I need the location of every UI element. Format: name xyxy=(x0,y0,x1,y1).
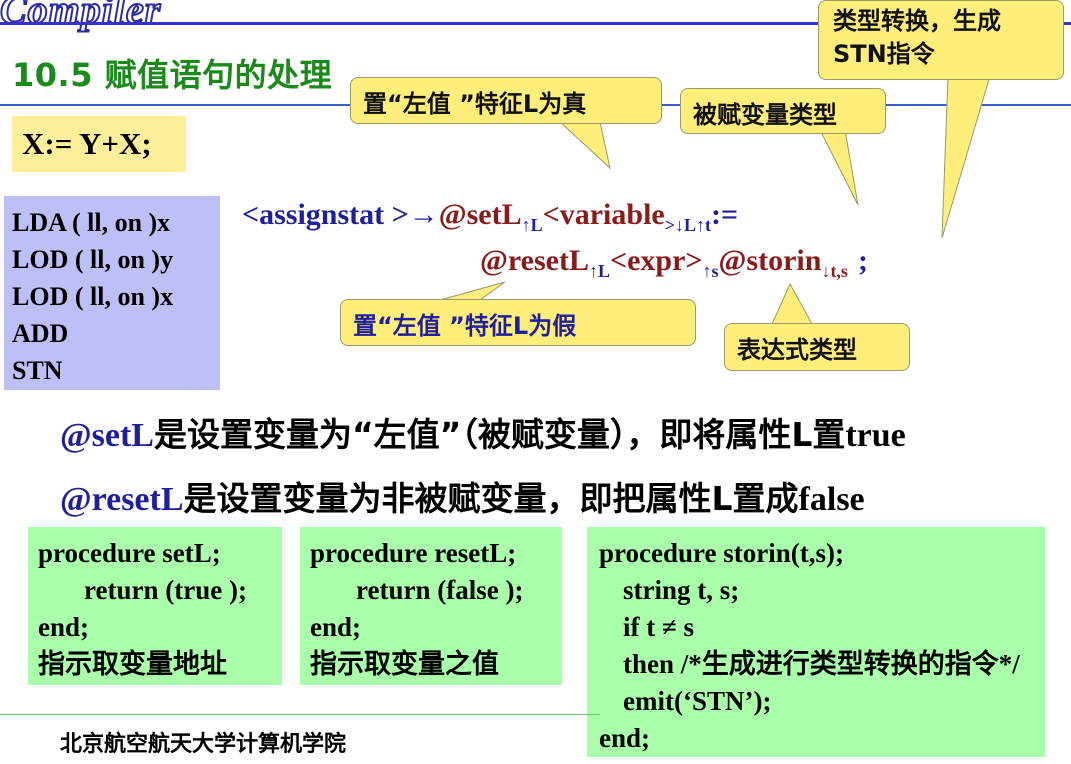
prod-setl-sub: ↑L xyxy=(521,215,543,235)
proc-line: procedure setL; xyxy=(38,538,221,568)
description-resetl: @resetL是设置变量为非被赋变量，即把属性L置成false xyxy=(60,472,865,520)
tail-expr-type xyxy=(771,282,813,325)
code-line: LDA ( ll, on )x xyxy=(12,208,171,237)
proc-line: string t, s; xyxy=(623,575,740,605)
desc-resetl-keyword: @resetL xyxy=(60,481,184,518)
proc-note: 指示取变量之值 xyxy=(310,649,499,680)
proc-line: return (true ); xyxy=(84,575,247,605)
code-line: LOD ( ll, on )x xyxy=(12,282,174,311)
prod-storin: @storin xyxy=(718,244,822,277)
desc-setl-keyword: @setL xyxy=(60,417,154,454)
proc-line: then /*生成进行类型转换的指令*/ xyxy=(623,649,1020,679)
footer-divider xyxy=(0,714,600,715)
procedure-resetl-box: procedure resetL; return (false ); end; … xyxy=(300,527,562,685)
code-line: STN xyxy=(12,356,63,385)
target-code-box: LDA ( ll, on )x LOD ( ll, on )y LOD ( ll… xyxy=(4,196,220,390)
desc-setl-text: 是设置变量为“左值”（被赋变量），即将属性L置 xyxy=(153,415,846,454)
callout-stn: 类型转换，生成 STN指令 xyxy=(818,0,1064,80)
footer-institution: 北京航空航天大学计算机学院 xyxy=(60,732,347,757)
prod-assign-op: := xyxy=(711,198,739,231)
code-line: ADD xyxy=(12,319,69,348)
callout-expr-type: 表达式类型 xyxy=(724,323,910,371)
production-line-2: @resetL↑L<expr>↑s@storin↓t,s; xyxy=(480,244,868,282)
desc-setl-tail: true xyxy=(845,417,906,454)
desc-resetl-text: 是设置变量为非被赋变量，即把属性L置成 xyxy=(183,479,799,518)
prod-resetl: @resetL xyxy=(480,244,589,277)
prod-semicolon: ; xyxy=(857,244,868,277)
prod-variable-sub: >↓L↑t xyxy=(664,215,711,235)
callout-set-false: 置“左值 ”特征L为假 xyxy=(340,299,696,346)
code-line: LOD ( ll, on )y xyxy=(12,245,174,274)
proc-line: end; xyxy=(599,723,651,753)
tail-stn xyxy=(941,75,991,239)
proc-line: end; xyxy=(38,612,90,642)
prod-resetl-sub: ↑L xyxy=(588,261,610,281)
procedure-setl-box: procedure setL; return (true ); end; 指示取… xyxy=(28,527,282,685)
callout-var-type: 被赋变量类型 xyxy=(680,88,886,134)
proc-line: return (false ); xyxy=(356,575,524,605)
desc-resetl-tail: false xyxy=(798,481,865,518)
tail-set-true xyxy=(558,121,611,170)
prod-assignstat: <assignstat >→ xyxy=(242,198,439,231)
proc-line: procedure storin(t,s); xyxy=(599,538,844,568)
proc-line: procedure resetL; xyxy=(310,538,517,568)
callout-set-true: 置“左值 ”特征L为真 xyxy=(350,77,662,124)
callout-stn-line2: STN指令 xyxy=(833,40,935,68)
production-line-1: <assignstat >→@setL↑L<variable>↓L↑t:= xyxy=(242,198,738,236)
tail-set-false xyxy=(439,281,506,301)
proc-line: emit(‘STN’); xyxy=(623,686,772,716)
prod-expr-sub: ↑s xyxy=(702,261,719,281)
proc-line: end; xyxy=(310,612,362,642)
prod-expr: <expr> xyxy=(610,244,703,277)
prod-setl: @setL xyxy=(438,198,522,231)
procedure-storin-box: procedure storin(t,s); string t, s; if t… xyxy=(587,527,1045,757)
proc-note: 指示取变量地址 xyxy=(38,649,227,680)
prod-variable: <variable xyxy=(542,198,665,231)
prod-storin-sub: ↓t,s xyxy=(821,261,848,281)
assignment-statement: X:= Y+X; xyxy=(12,116,186,172)
tail-var-type xyxy=(819,129,859,206)
description-setl: @setL是设置变量为“左值”（被赋变量），即将属性L置true xyxy=(60,408,906,456)
callout-stn-line1: 类型转换，生成 xyxy=(833,7,1001,35)
proc-line: if t ≠ s xyxy=(623,612,695,642)
